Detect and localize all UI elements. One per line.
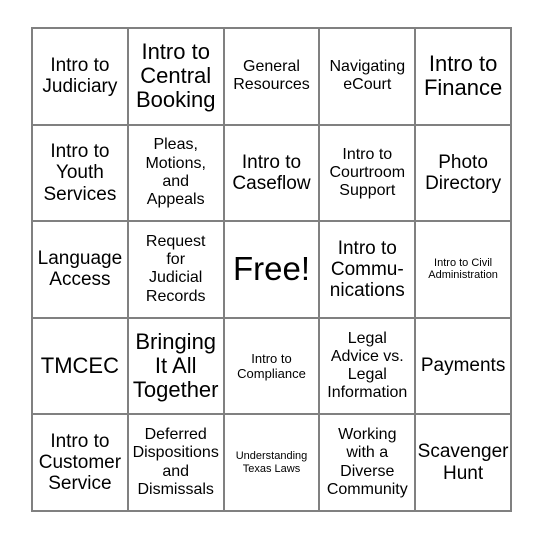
bingo-cell[interactable]: Intro to Judiciary — [33, 29, 129, 126]
bingo-cell-label: Understanding Texas Laws — [235, 449, 308, 475]
bingo-cell-label: Payments — [420, 355, 506, 377]
bingo-cell[interactable]: Scavenger Hunt — [416, 415, 512, 512]
bingo-cell[interactable]: Intro to Central Booking — [128, 29, 225, 126]
bingo-cell-label: Intro to Compliance — [237, 351, 306, 382]
bingo-cell-label: Intro to Caseflow — [232, 151, 311, 194]
bingo-cell-label: Intro to Courtroom Support — [329, 145, 406, 199]
bingo-cell[interactable]: Intro to Youth Services — [33, 125, 129, 223]
bingo-cell[interactable]: Intro to Customer Service — [33, 415, 129, 512]
bingo-cell-label: Intro to Youth Services — [43, 140, 117, 205]
bingo-cell-label: Intro to Customer Service — [38, 430, 122, 495]
bingo-cell[interactable]: Navigating eCourt — [320, 29, 417, 126]
bingo-cell[interactable]: Request for Judicial Records — [128, 222, 225, 319]
bingo-cell[interactable]: Intro to Commu- nications — [320, 222, 417, 319]
bingo-cell[interactable]: Photo Directory — [416, 125, 512, 223]
bingo-cell[interactable]: Bringing It All Together — [128, 318, 225, 416]
bingo-cell[interactable]: Working with a Diverse Community — [320, 415, 417, 512]
bingo-cell[interactable]: Intro to Caseflow — [224, 125, 321, 223]
bingo-cell[interactable]: Understanding Texas Laws — [224, 415, 321, 512]
bingo-cell-label: TMCEC — [40, 353, 119, 378]
bingo-cell-label: Intro to Judiciary — [42, 55, 118, 98]
bingo-cell-label: Language Access — [37, 248, 123, 291]
bingo-card: Intro to Judiciary Intro to Central Booki… — [31, 27, 512, 512]
bingo-cell-label: Free! — [232, 250, 310, 288]
bingo-cell[interactable]: Pleas, Motions, and Appeals — [128, 125, 225, 223]
bingo-cell-label: Intro to Civil Administration — [428, 256, 498, 282]
bingo-cell-label: Working with a Diverse Community — [326, 426, 408, 498]
bingo-cell[interactable]: Intro to Finance — [416, 29, 512, 126]
bingo-cell[interactable]: Intro to Compliance — [224, 318, 321, 416]
bingo-cell-label: Intro to Commu- nications — [329, 237, 405, 302]
bingo-cell-label: Request for Judicial Records — [145, 233, 206, 305]
bingo-cell-label: Photo Directory — [425, 151, 502, 194]
bingo-cell-label: Intro to Finance — [423, 51, 503, 101]
bingo-cell[interactable]: Intro to Courtroom Support — [320, 125, 417, 223]
bingo-cell-label: Deferred Dispositions and Dismissals — [132, 426, 219, 498]
bingo-cell-label: Pleas, Motions, and Appeals — [145, 136, 206, 209]
bingo-cell[interactable]: Legal Advice vs. Legal Information — [320, 318, 417, 416]
bingo-cell-label: Navigating eCourt — [329, 58, 406, 94]
bingo-cell[interactable]: Payments — [416, 318, 512, 416]
bingo-cell-label: Legal Advice vs. Legal Information — [327, 329, 408, 402]
bingo-cell[interactable]: Deferred Dispositions and Dismissals — [128, 415, 225, 512]
bingo-cell-label: Bringing It All Together — [132, 328, 219, 403]
bingo-cell[interactable]: Intro to Civil Administration — [416, 222, 512, 319]
bingo-cell-label: General Resources — [233, 58, 310, 94]
bingo-cell[interactable]: TMCEC — [33, 318, 129, 416]
bingo-cell-free[interactable]: Free! — [224, 222, 321, 319]
bingo-cell[interactable]: General Resources — [224, 29, 321, 126]
bingo-cell-label: Scavenger Hunt — [417, 441, 509, 484]
bingo-cell[interactable]: Language Access — [33, 222, 129, 319]
bingo-cell-label: Intro to Central Booking — [135, 39, 216, 113]
